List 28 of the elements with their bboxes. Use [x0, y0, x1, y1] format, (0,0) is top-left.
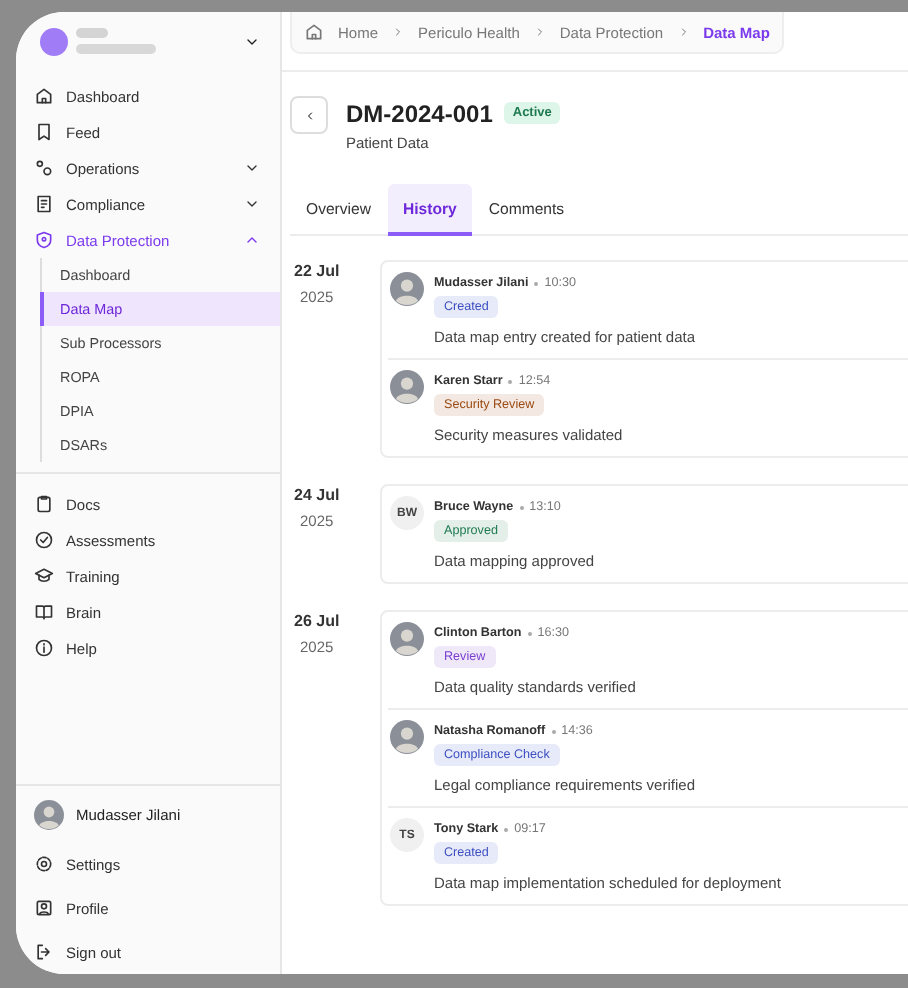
sign-out-icon [34, 942, 54, 962]
date-label: 24 Jul [294, 486, 340, 504]
clipboard-icon [34, 494, 54, 514]
settings-icon [34, 854, 54, 874]
document-icon [34, 194, 54, 214]
book-icon [34, 602, 54, 622]
record-title: DM-2024-001 [346, 100, 493, 128]
home-icon [304, 22, 324, 42]
avatar-icon [390, 370, 424, 404]
date-label: 26 Jul [294, 612, 340, 630]
bookmark-icon [34, 122, 54, 142]
chevron-right-icon [677, 26, 690, 38]
avatar-icon [390, 272, 424, 306]
date-label: 22 Jul [294, 262, 340, 280]
chevron-right-icon [533, 26, 546, 38]
graduation-cap-icon [34, 566, 54, 586]
shield-icon [34, 230, 54, 250]
chevron-down-icon [244, 34, 260, 50]
check-circle-icon [34, 530, 54, 550]
avatar-icon [390, 622, 424, 656]
profile-icon [34, 898, 54, 918]
avatar-icon [34, 800, 64, 830]
chevron-right-icon [392, 26, 405, 38]
avatar-icon [390, 720, 424, 754]
back-button[interactable] [290, 96, 328, 134]
info-icon [34, 638, 54, 658]
chevron-left-icon [303, 109, 315, 121]
home-icon [34, 86, 54, 106]
